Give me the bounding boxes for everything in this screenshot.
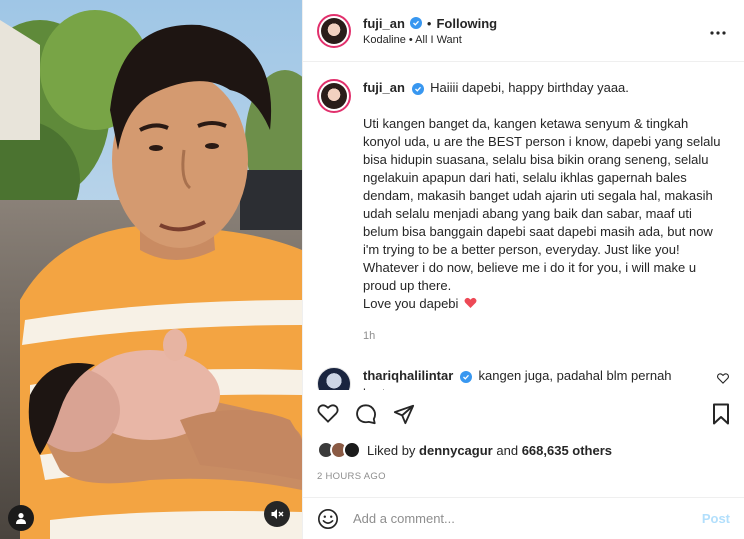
like-heart-icon[interactable] (317, 403, 339, 423)
liked-by-prefix: Liked by (367, 442, 416, 458)
caption-line-2: Whatever i do now, believe me i do it fo… (363, 260, 697, 293)
mute-toggle-button[interactable] (264, 501, 290, 527)
share-paper-plane-icon[interactable] (393, 403, 415, 425)
following-button[interactable]: Following (436, 16, 497, 31)
instagram-post: fuji_an • Following Kodaline • All I Wan… (0, 0, 744, 539)
liked-by-conjunction: and (496, 442, 519, 458)
audio-track-link[interactable]: Kodaline • All I Want (363, 34, 706, 46)
more-options-button[interactable] (706, 20, 730, 41)
caption-age: 1h (363, 330, 376, 342)
emoji-smiley-icon[interactable] (317, 508, 339, 530)
add-comment-bar: Post (303, 497, 744, 539)
author-username[interactable]: fuji_an (363, 16, 405, 31)
liked-by-user[interactable]: dennycagur (419, 443, 493, 458)
likes-count[interactable]: 668,635 others (522, 443, 612, 458)
speaker-muted-icon (271, 509, 284, 519)
comments-section[interactable]: fuji_an Haiiii dapebi, happy birthday ya… (303, 63, 744, 390)
more-horizontal-icon (710, 31, 726, 35)
post-comment-button[interactable]: Post (702, 511, 730, 526)
comment-input[interactable] (353, 511, 702, 526)
commenter-username[interactable]: thariqhalilintar (363, 368, 453, 383)
header-separator: • (426, 15, 432, 31)
video-frame (0, 0, 302, 539)
verified-badge-icon (409, 17, 422, 29)
tagged-users-button[interactable] (8, 505, 34, 531)
author-avatar[interactable] (317, 13, 351, 48)
caption-author-avatar[interactable] (317, 79, 351, 113)
comment-item: thariqhalilintar kangen juga, padahal bl… (317, 367, 730, 390)
red-heart-emoji-icon (464, 297, 477, 308)
caption-first-line: Haiiii dapebi, happy birthday yaaa. (430, 80, 629, 95)
verified-badge-icon (411, 83, 424, 95)
save-bookmark-icon[interactable] (712, 403, 730, 425)
post-timestamp[interactable]: 2 HOURS AGO (317, 471, 386, 482)
caption-body: Uti kangen banget da, kangen ketawa seny… (363, 116, 721, 257)
post-header: fuji_an • Following Kodaline • All I Wan… (303, 0, 744, 62)
likes-summary: Liked by dennycagur and 668,635 others (317, 441, 730, 459)
like-comment-heart-icon[interactable] (716, 373, 730, 384)
caption: fuji_an Haiiii dapebi, happy birthday ya… (317, 79, 730, 345)
post-media[interactable] (0, 0, 302, 539)
caption-username[interactable]: fuji_an (363, 80, 405, 95)
verified-badge-icon (459, 371, 472, 383)
liker-avatars[interactable] (317, 441, 361, 459)
liker-avatar (343, 441, 361, 459)
comment-bubble-icon[interactable] (355, 403, 377, 425)
commenter-avatar[interactable] (317, 367, 351, 390)
caption-line-3: Love you dapebi (363, 296, 459, 311)
person-icon (16, 513, 26, 524)
post-sidebar: fuji_an • Following Kodaline • All I Wan… (302, 0, 744, 539)
action-bar (317, 400, 730, 428)
